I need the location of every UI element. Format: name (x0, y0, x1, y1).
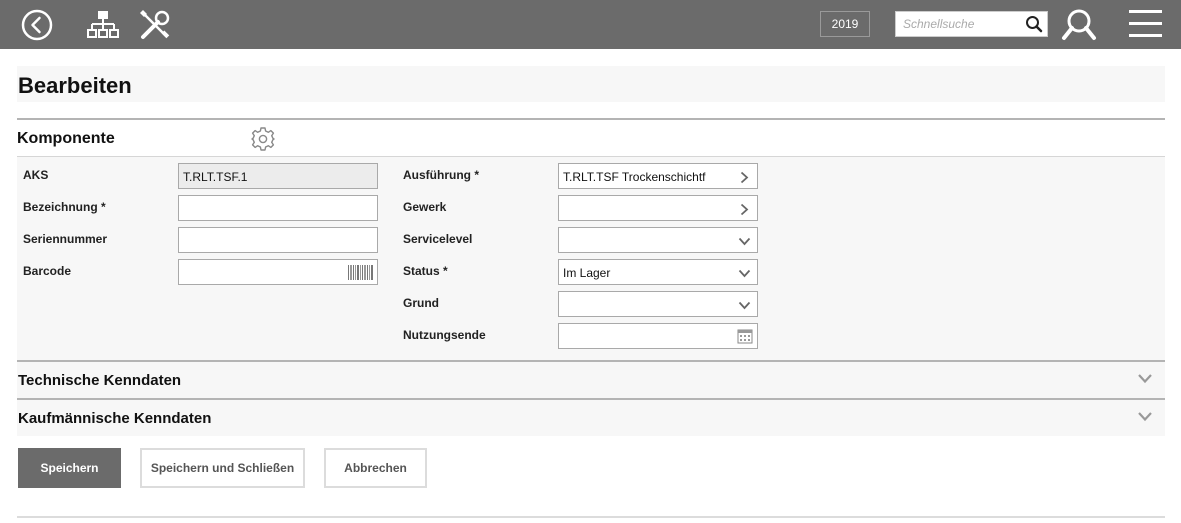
barcode-icon[interactable] (348, 265, 374, 280)
chevron-down-icon[interactable] (738, 301, 751, 310)
quick-search-box (895, 11, 1048, 37)
chevron-right-icon[interactable] (740, 203, 749, 216)
servicelevel-label: Servicelevel (403, 232, 473, 246)
cancel-button[interactable]: Abbrechen (324, 448, 427, 488)
search-icon[interactable] (1025, 15, 1043, 33)
nutzungsende-label: Nutzungsende (403, 328, 486, 342)
seriennummer-field[interactable] (178, 227, 378, 253)
aks-field: T.RLT.TSF.1 (178, 163, 378, 189)
quick-search-input[interactable] (896, 12, 1021, 36)
advanced-search-icon[interactable] (1061, 7, 1097, 43)
chevron-down-icon[interactable] (1137, 411, 1153, 422)
bezeichnung-field[interactable] (178, 195, 378, 221)
page-header: Bearbeiten (17, 66, 1165, 102)
ausfuehrung-field[interactable]: T.RLT.TSF Trockenschichtf (558, 163, 758, 189)
calendar-icon[interactable] (737, 328, 753, 344)
save-and-close-button[interactable]: Speichern und Schließen (140, 448, 305, 488)
servicelevel-select[interactable] (558, 227, 758, 253)
grund-select[interactable] (558, 291, 758, 317)
technische-kenndaten-title: Technische Kenndaten (18, 372, 182, 389)
chevron-down-icon[interactable] (738, 269, 751, 278)
ausfuehrung-value: T.RLT.TSF Trockenschichtf (563, 170, 706, 184)
tools-icon[interactable] (137, 7, 173, 43)
komponente-form: AKS T.RLT.TSF.1 Bezeichnung * Seriennumm… (17, 157, 1165, 360)
page-title: Bearbeiten (18, 73, 132, 98)
chevron-down-icon[interactable] (1137, 373, 1153, 384)
aks-label: AKS (23, 168, 49, 182)
komponente-title: Komponente (17, 130, 115, 147)
status-value: Im Lager (563, 266, 611, 280)
aks-value: T.RLT.TSF.1 (183, 170, 248, 184)
year-selector[interactable]: 2019 (820, 11, 870, 37)
status-select[interactable]: Im Lager (558, 259, 758, 285)
barcode-label: Barcode (23, 264, 72, 278)
bezeichnung-label: Bezeichnung * (23, 200, 106, 214)
top-bar: 2019 (0, 0, 1181, 49)
back-circle-icon[interactable] (21, 9, 53, 41)
gewerk-field[interactable] (558, 195, 758, 221)
section-divider (17, 118, 1165, 120)
komponente-header: Komponente (17, 121, 1165, 156)
technische-kenndaten-header[interactable]: Technische Kenndaten (17, 362, 1165, 398)
nutzungsende-field[interactable] (558, 323, 758, 349)
gewerk-label: Gewerk (403, 200, 447, 214)
barcode-field[interactable] (178, 259, 378, 285)
status-label: Status * (403, 264, 448, 278)
hierarchy-icon[interactable] (87, 10, 119, 40)
seriennummer-label: Seriennummer (23, 232, 108, 246)
grund-label: Grund (403, 296, 439, 310)
kaufmaennische-kenndaten-header[interactable]: Kaufmännische Kenndaten (17, 400, 1165, 436)
menu-icon[interactable] (1129, 9, 1162, 39)
kaufmaennische-kenndaten-title: Kaufmännische Kenndaten (18, 410, 212, 427)
chevron-right-icon[interactable] (740, 171, 749, 184)
save-button[interactable]: Speichern (18, 448, 121, 488)
gear-icon[interactable] (250, 126, 276, 152)
ausfuehrung-label: Ausführung * (403, 168, 479, 182)
chevron-down-icon[interactable] (738, 237, 751, 246)
bottom-divider (17, 516, 1165, 518)
